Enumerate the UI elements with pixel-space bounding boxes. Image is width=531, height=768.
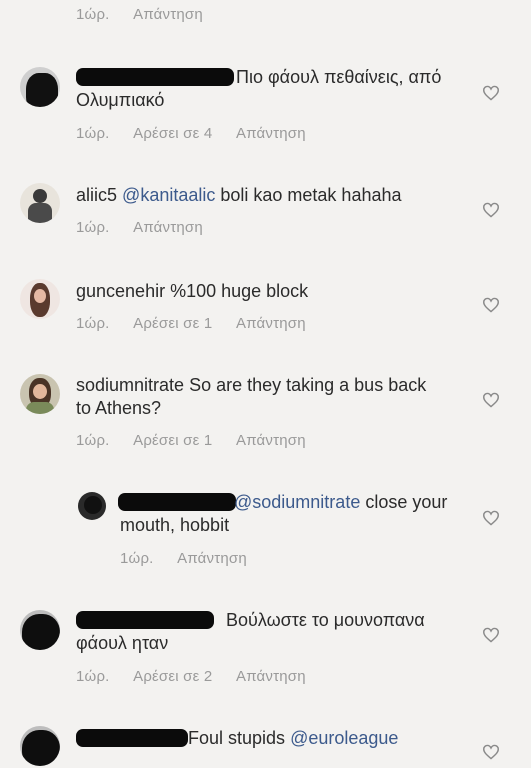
heart-outline-icon[interactable] (482, 297, 500, 313)
mention-link[interactable]: @euroleague (290, 728, 398, 748)
heart-outline-icon[interactable] (482, 392, 500, 408)
comment-text: Foul stupids @euroleague (188, 728, 399, 748)
likes-count[interactable]: Αρέσει σε 1 (133, 432, 212, 449)
comment-text: sodiumnitrate So are they taking a bus b… (76, 375, 427, 418)
comment-text: Βούλωστε το μουνοπανα φάουλ ηταν (76, 610, 425, 653)
comment-meta: 1ώρ. Απάντηση (76, 6, 223, 23)
comment-meta: 1ώρ. Απάντηση (76, 219, 223, 236)
heart-outline-icon[interactable] (482, 202, 500, 218)
reply-button[interactable]: Απάντηση (236, 315, 306, 332)
timestamp: 1ώρ. (76, 219, 110, 236)
comment-meta: 1ώρ. Αρέσει σε 2 Απάντηση (76, 668, 326, 685)
comment-7: Foul stupids @euroleague (0, 720, 531, 768)
comment-meta: 1ώρ. Αρέσει σε 1 Απάντηση (76, 432, 326, 449)
reply-button[interactable]: Απάντηση (236, 668, 306, 685)
timestamp: 1ώρ. (76, 125, 110, 142)
username[interactable]: sodiumnitrate (76, 375, 184, 395)
timestamp: 1ώρ. (76, 315, 110, 332)
avatar[interactable] (20, 374, 60, 414)
comment-4: sodiumnitrate So are they taking a bus b… (0, 370, 531, 460)
comment-meta: 1ώρ. Αρέσει σε 4 Απάντηση (76, 125, 326, 142)
heart-outline-icon[interactable] (482, 627, 500, 643)
comment-3: guncenehir %100 huge block 1ώρ. Αρέσει σ… (0, 276, 531, 336)
comment-meta: 1ώρ. Αρέσει σε 1 Απάντηση (76, 315, 326, 332)
reply-button[interactable]: Απάντηση (236, 125, 306, 142)
comment-text: guncenehir %100 huge block (76, 281, 309, 301)
avatar[interactable] (20, 610, 60, 650)
comment-0: 1ώρ. Απάντηση (0, 0, 531, 30)
reply-button[interactable]: Απάντηση (236, 432, 306, 449)
comment-2: aliic5 @kanitaalic boli kao metak hahaha… (0, 180, 531, 240)
comment-text: Πιο φάουλ πεθαίνεις, από Ολυμπιακό (76, 67, 442, 110)
likes-count[interactable]: Αρέσει σε 2 (133, 668, 212, 685)
heart-outline-icon[interactable] (482, 510, 500, 526)
comment-5-reply: @sodiumnitrate close your mouth, hobbit … (0, 488, 531, 578)
likes-count[interactable]: Αρέσει σε 1 (133, 315, 212, 332)
timestamp: 1ώρ. (76, 668, 110, 685)
likes-count[interactable]: Αρέσει σε 4 (133, 125, 212, 142)
mention-link[interactable]: @sodiumnitrate (234, 492, 360, 512)
comment-meta: 1ώρ. Απάντηση (120, 550, 267, 567)
timestamp: 1ώρ. (76, 6, 110, 23)
comment-text: aliic5 @kanitaalic boli kao metak hahaha (76, 185, 402, 205)
reply-button[interactable]: Απάντηση (133, 6, 203, 23)
comment-text: @sodiumnitrate close your mouth, hobbit (120, 492, 448, 535)
reply-button[interactable]: Απάντηση (133, 219, 203, 236)
username[interactable]: guncenehir (76, 281, 165, 301)
heart-outline-icon[interactable] (482, 744, 500, 760)
comment-1: Πιο φάουλ πεθαίνεις, από Ολυμπιακό 1ώρ. … (0, 60, 531, 150)
timestamp: 1ώρ. (76, 432, 110, 449)
comment-6: Βούλωστε το μουνοπανα φάουλ ηταν 1ώρ. Αρ… (0, 604, 531, 694)
avatar[interactable] (20, 726, 60, 766)
timestamp: 1ώρ. (120, 550, 154, 567)
mention-link[interactable]: @kanitaalic (122, 185, 215, 205)
avatar[interactable] (20, 183, 60, 223)
avatar[interactable] (78, 492, 106, 520)
heart-outline-icon[interactable] (482, 85, 500, 101)
username[interactable]: aliic5 (76, 185, 117, 205)
avatar[interactable] (20, 67, 60, 107)
avatar[interactable] (20, 279, 60, 319)
reply-button[interactable]: Απάντηση (177, 550, 247, 567)
